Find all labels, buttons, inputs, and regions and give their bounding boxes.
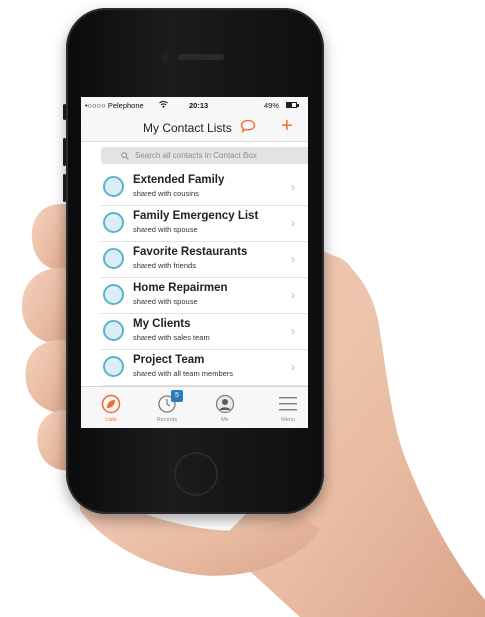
mute-switch — [63, 104, 66, 120]
battery-percent: 49% — [264, 101, 280, 110]
search-icon — [121, 152, 129, 160]
group-icon — [103, 176, 124, 197]
list-shared: shared with spouse — [133, 297, 198, 306]
list-item[interactable]: Family Emergency List shared with spouse… — [101, 206, 308, 242]
list-item[interactable]: Home Repairmen shared with spouse › — [101, 278, 308, 314]
group-icon — [103, 212, 124, 233]
chevron-right-icon: › — [291, 216, 295, 230]
earpiece-speaker — [178, 54, 224, 60]
tab-label: Menu — [281, 417, 295, 423]
tab-lists[interactable]: Lists — [91, 390, 131, 426]
list-shared: shared with sales team — [133, 333, 210, 342]
tab-label: Me — [221, 417, 229, 423]
wifi-icon — [159, 101, 168, 108]
home-button[interactable] — [174, 452, 218, 496]
list-name: Family Emergency List — [133, 210, 259, 222]
add-list-button[interactable]: + — [281, 116, 293, 136]
chevron-right-icon: › — [291, 180, 295, 194]
list-name: Home Repairmen — [133, 282, 228, 294]
list-name: Project Team — [133, 354, 205, 366]
search-input[interactable] — [101, 147, 308, 164]
status-bar: •○○○○ Pelephone 20:13 49% — [81, 97, 308, 113]
chevron-right-icon: › — [291, 288, 295, 302]
clock-time: 20:13 — [189, 101, 209, 110]
tab-bar: Lists 5 Recents Me Menu — [81, 386, 308, 428]
battery-tip — [297, 104, 299, 107]
tab-recents[interactable]: 5 Recents — [147, 390, 187, 426]
group-icon — [103, 248, 124, 269]
list-item[interactable]: Extended Family shared with cousins › — [101, 170, 308, 206]
chevron-right-icon: › — [291, 324, 295, 338]
list-name: Favorite Restaurants — [133, 246, 248, 258]
list-shared: shared with cousins — [133, 189, 199, 198]
list-item[interactable]: My Clients shared with sales team › — [101, 314, 308, 350]
volume-up-button — [63, 138, 66, 166]
leaf-icon — [101, 394, 121, 414]
tab-me[interactable]: Me — [205, 390, 245, 426]
chat-bubble-icon[interactable] — [240, 119, 256, 133]
page-title: My Contact Lists — [143, 121, 232, 135]
tab-label: Lists — [105, 417, 117, 423]
list-name: My Clients — [133, 318, 191, 330]
list-shared: shared with spouse — [133, 225, 198, 234]
hamburger-icon — [279, 397, 297, 411]
recents-badge: 5 — [171, 390, 183, 402]
battery-icon — [286, 102, 297, 108]
chevron-right-icon: › — [291, 360, 295, 374]
list-shared: shared with friends — [133, 261, 196, 270]
group-icon — [103, 320, 124, 341]
front-camera — [161, 52, 170, 61]
contact-lists: Extended Family shared with cousins › Fa… — [81, 170, 308, 386]
group-icon — [103, 356, 124, 377]
person-icon — [215, 394, 235, 414]
carrier-label: •○○○○ Pelephone — [85, 101, 144, 110]
nav-bar: My Contact Lists + — [81, 113, 308, 142]
volume-down-button — [63, 174, 66, 202]
group-icon — [103, 284, 124, 305]
app-screen: •○○○○ Pelephone 20:13 49% My Contact Lis… — [81, 97, 308, 428]
list-shared: shared with all team members — [133, 369, 234, 378]
list-name: Extended Family — [133, 174, 225, 186]
search-bar — [81, 142, 308, 170]
tab-menu[interactable]: Menu — [268, 390, 308, 426]
chevron-right-icon: › — [291, 252, 295, 266]
list-item[interactable]: Project Team shared with all team member… — [101, 350, 308, 386]
list-item[interactable]: Favorite Restaurants shared with friends… — [101, 242, 308, 278]
tab-label: Recents — [156, 417, 178, 423]
